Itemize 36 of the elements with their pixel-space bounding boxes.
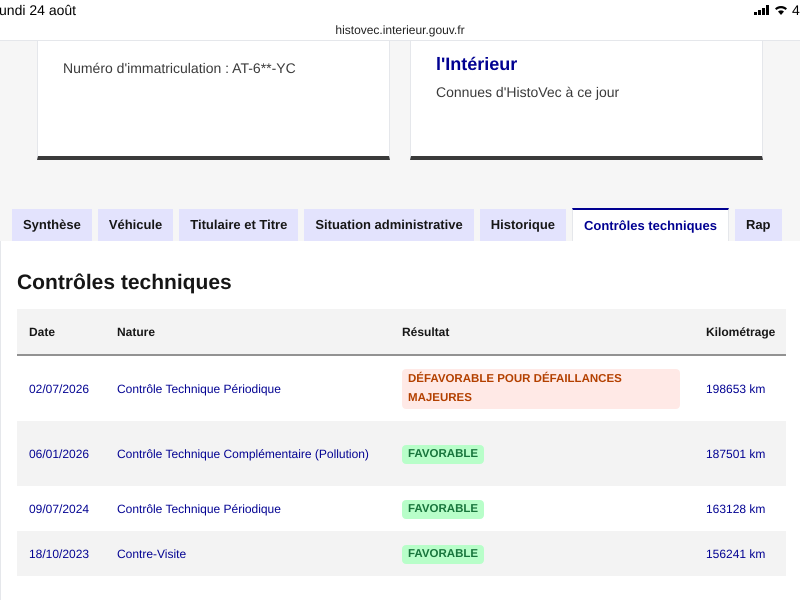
tab[interactable]: Situation administrative [304, 209, 474, 241]
tab[interactable]: Véhicule [98, 209, 174, 241]
table-cell-text: Contrôle Technique Complémentaire (Pollution) [117, 446, 370, 462]
tab[interactable]: Synthèse [12, 209, 92, 241]
table-cell-text: 163128 km [706, 500, 766, 518]
table-cell-text: 09/07/2024 [29, 500, 90, 518]
table-cell-text: 198653 km [706, 380, 766, 398]
status-date: undi 24 août [0, 0, 76, 20]
result-badge: FAVORABLE [402, 444, 484, 464]
signal-icon [754, 5, 770, 15]
card-text: Numéro d'immatriculation : AT-6**-YC [63, 59, 297, 78]
tab[interactable]: Titulaire et Titre [179, 209, 298, 241]
wifi-icon [774, 5, 788, 15]
battery-percentage: 4 [792, 0, 800, 20]
table-cell-text: 06/01/2026 [29, 446, 90, 462]
table-cell-text: Contrôle Technique Périodique [117, 500, 282, 518]
column-header: Nature [117, 324, 156, 340]
table-cell-text: 18/10/2023 [29, 546, 90, 562]
section-title: Contrôles techniques [17, 270, 233, 296]
url-text: histovec.interieur.gouv.fr [334, 22, 466, 39]
column-header: Date [29, 324, 56, 340]
card-title: l'Intérieur [436, 53, 518, 76]
column-header: Kilométrage [706, 324, 776, 340]
table-cell-text: 187501 km [706, 446, 766, 462]
result-badge: FAVORABLE [402, 544, 484, 564]
table-cell-text: 02/07/2026 [29, 380, 90, 398]
tab[interactable]: Contrôles techniques [572, 208, 729, 241]
card-text: Connues d'HistoVec à ce jour [436, 83, 620, 102]
tab[interactable]: Rap [734, 209, 782, 241]
result-badge: DÉFAVORABLE POUR DÉFAILLANCES MAJEURES [402, 368, 680, 408]
column-header: Résultat [402, 324, 450, 340]
table-cell-text: Contre-Visite [117, 546, 188, 562]
result-badge: FAVORABLE [402, 500, 484, 518]
table-cell-text: Contrôle Technique Périodique [117, 380, 282, 398]
table-cell-text: 156241 km [706, 546, 766, 562]
tab[interactable]: Historique [480, 209, 566, 241]
